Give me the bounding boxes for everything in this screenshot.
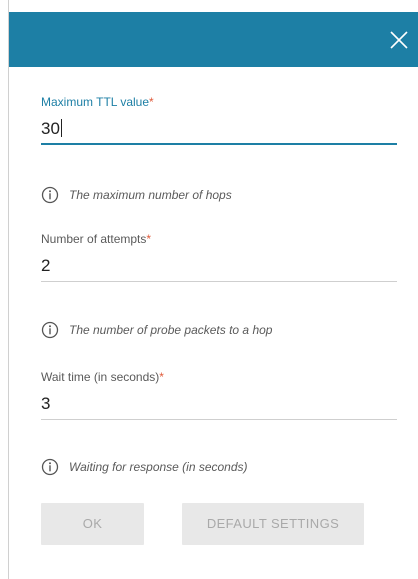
info-icon [41,186,59,204]
info-icon [41,321,59,339]
ok-button[interactable]: OK [41,503,144,545]
text-caret [60,119,62,137]
required-mark: * [149,95,154,109]
wait-time-input[interactable]: 3 [41,392,397,420]
max-ttl-label: Maximum TTL value* [41,95,154,109]
wait-time-label: Wait time (in seconds)* [41,370,164,384]
attempts-input[interactable]: 2 [41,254,397,282]
default-settings-button[interactable]: DEFAULT SETTINGS [182,503,364,545]
close-icon[interactable] [388,29,410,51]
attempts-label: Number of attempts* [41,232,152,246]
wait-time-field: Wait time (in seconds)* 3 [41,369,397,420]
required-mark: * [159,370,164,384]
traceroute-settings-dialog: Maximum TTL value* 30 The maximum number… [9,0,418,579]
attempts-field: Number of attempts* 2 [41,231,397,282]
dialog-header [9,12,418,67]
attempts-hint: The number of probe packets to a hop [41,320,272,340]
max-ttl-hint: The maximum number of hops [41,185,232,205]
window: Maximum TTL value* 30 The maximum number… [0,0,418,579]
max-ttl-field: Maximum TTL value* 30 [41,94,397,145]
wait-time-hint: Waiting for response (in seconds) [41,457,248,477]
required-mark: * [146,232,152,246]
info-icon [41,458,59,476]
max-ttl-input[interactable]: 30 [41,117,397,145]
